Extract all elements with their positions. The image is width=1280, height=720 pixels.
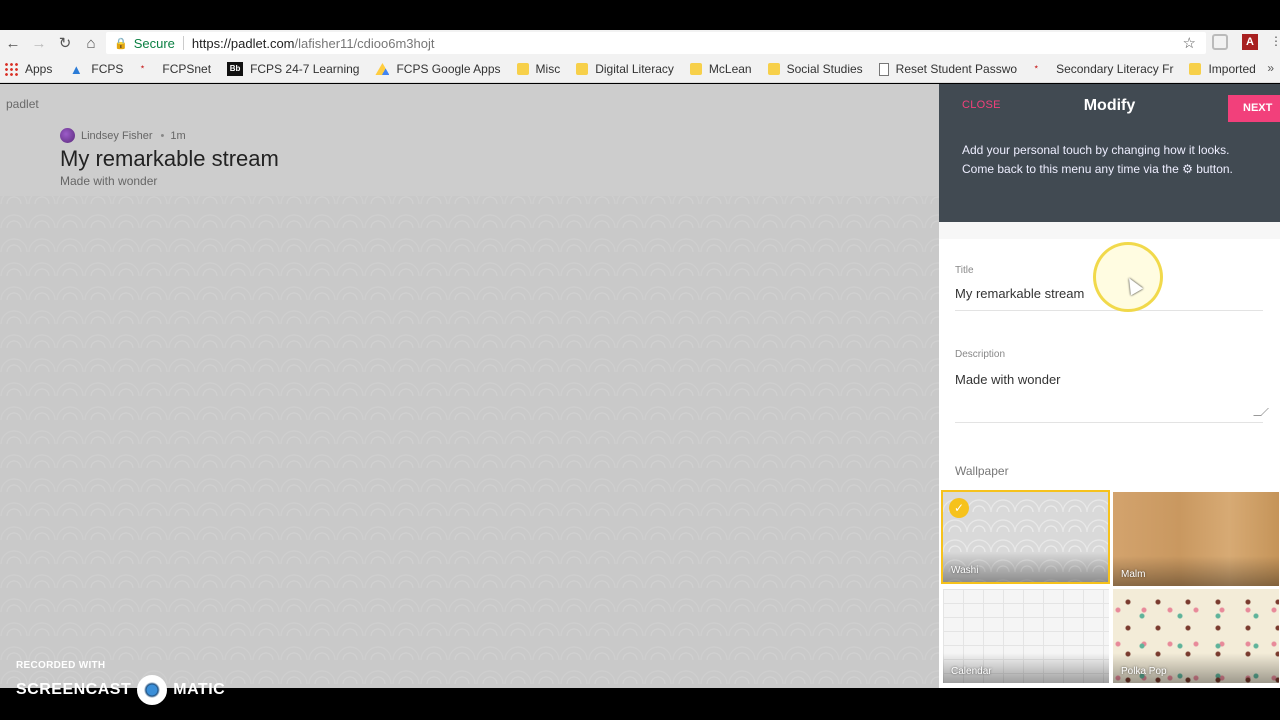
screen-top-bar — [0, 0, 1280, 30]
bookmark-fcps-247[interactable]: Bb FCPS 24-7 Learning — [223, 62, 359, 76]
folder-icon — [1189, 63, 1202, 75]
secure-label: Secure — [133, 35, 175, 51]
fcpsnet-icon: ⋆ — [1033, 62, 1040, 73]
bookmark-digital-literacy[interactable]: Digital Literacy — [572, 62, 674, 76]
pdf-extension-icon[interactable]: A — [1242, 34, 1258, 50]
watermark-left-text: SCREENCAST — [16, 681, 132, 698]
bookmark-reset-student[interactable]: Reset Student Passwo — [875, 62, 1017, 76]
watermark-top-text: RECORDED WITH — [16, 660, 106, 671]
screencast-watermark: RECORDED WITH SCREENCAST MATIC — [16, 660, 225, 705]
bookmark-social-studies[interactable]: Social Studies — [764, 62, 863, 76]
fcpsnet-icon: ⋆ — [139, 62, 146, 73]
title-label: Title — [955, 265, 974, 276]
bookmarks-bar: Apps ▲ FCPS ⋆ FCPSnet Bb FCPS 24-7 Learning… — [0, 56, 1280, 83]
board-description: Made with wonder — [60, 174, 158, 188]
bookmark-label: FCPS — [91, 62, 124, 76]
description-label: Description — [955, 349, 1006, 360]
cursor-highlight — [1093, 242, 1163, 312]
modify-panel: CLOSE Modify NEXT Add your personal touc… — [939, 84, 1280, 688]
forward-icon[interactable]: → — [26, 31, 52, 55]
description-input[interactable]: Made with wonder — [955, 372, 1061, 387]
board-header: padlet Lindsey Fisher • 1m My remarkable… — [0, 84, 939, 196]
bookmark-label: Reset Student Passwo — [895, 62, 1018, 76]
bookmark-label: Secondary Literacy Fr — [1056, 62, 1174, 76]
bookmark-label: FCPSnet — [162, 62, 212, 76]
page-icon — [878, 62, 889, 76]
bookmark-mclean[interactable]: McLean — [686, 62, 752, 76]
more-bookmarks-icon[interactable]: » — [1267, 61, 1274, 75]
address-bar[interactable]: 🔒 Secure https://padlet.com/lafisher11/c… — [106, 32, 1206, 54]
wallpaper-calendar[interactable]: Calendar — [943, 589, 1109, 683]
folder-icon — [576, 63, 589, 75]
wallpaper-polka-pop[interactable]: Polka Pop — [1113, 589, 1279, 683]
bookmark-google-apps[interactable]: FCPS Google Apps — [371, 62, 501, 76]
bookmark-label: Social Studies — [786, 62, 863, 76]
back-icon[interactable]: ← — [0, 31, 26, 55]
blackboard-icon: Bb — [227, 62, 244, 76]
padlet-logo[interactable]: padlet — [6, 97, 39, 111]
wallpaper-label-polka-pop: Polka Pop — [1121, 666, 1167, 677]
bookmark-fcpsnet[interactable]: ⋆ FCPSnet — [135, 62, 211, 76]
post-time: 1m — [170, 129, 186, 142]
watermark-brand: SCREENCAST MATIC — [16, 675, 225, 705]
browser-toolbar: ← → ↻ ⌂ 🔒 Secure https://padlet.com/lafi… — [0, 30, 1280, 56]
padlet-board: padlet Lindsey Fisher • 1m My remarkable… — [0, 84, 939, 688]
checkmark-icon: ✓ — [949, 498, 969, 518]
wallpaper-label: Wallpaper — [955, 464, 1009, 478]
panel-intro-text: Add your personal touch by changing how … — [962, 143, 1233, 176]
bookmark-label: Apps — [25, 62, 53, 76]
bookmark-fcps[interactable]: ▲ FCPS — [64, 62, 124, 77]
author-row: Lindsey Fisher • 1m — [60, 128, 186, 143]
separator-dot: • — [160, 129, 165, 142]
bookmark-secondary-literacy[interactable]: ⋆ Secondary Literacy Fr — [1029, 62, 1173, 76]
reload-icon[interactable]: ↻ — [52, 31, 78, 55]
apps-grid-icon — [4, 62, 18, 76]
url-host: https://padlet.com — [191, 35, 295, 51]
bookmark-label: FCPS Google Apps — [396, 62, 501, 76]
title-input[interactable]: My remarkable stream — [955, 286, 1084, 301]
bookmark-label: Imported — [1208, 62, 1256, 76]
bookmark-star-icon[interactable]: ☆ — [1183, 34, 1196, 52]
lock-icon: 🔒 — [114, 37, 128, 50]
wallpaper-malm[interactable]: Malm — [1113, 492, 1279, 586]
google-drive-icon — [375, 63, 390, 75]
bookmark-imported[interactable]: Imported — [1185, 62, 1256, 76]
folder-icon — [516, 63, 529, 75]
wallpaper-label-washi: Washi — [951, 565, 979, 576]
panel-divider — [939, 222, 1280, 239]
resize-handle-icon[interactable] — [1253, 408, 1269, 416]
menu-icon[interactable]: ⋮ — [1270, 34, 1280, 50]
wallpaper-label-malm: Malm — [1121, 569, 1146, 580]
bookmark-misc[interactable]: Misc — [513, 62, 561, 76]
screencast-logo-icon — [137, 675, 168, 705]
avatar — [60, 128, 75, 143]
folder-icon — [767, 63, 780, 75]
bookmark-label: Misc — [535, 62, 561, 76]
wallpaper-washi[interactable]: ✓ Washi — [941, 490, 1110, 584]
folder-icon — [689, 63, 702, 75]
bookmark-apps[interactable]: Apps — [0, 62, 52, 76]
fcps-icon: ▲ — [69, 62, 83, 77]
description-underline — [955, 422, 1263, 423]
modify-panel-header: CLOSE Modify NEXT Add your personal touc… — [939, 84, 1280, 222]
next-button[interactable]: NEXT — [1228, 95, 1280, 122]
bookmark-label: FCPS 24-7 Learning — [250, 62, 360, 76]
title-underline — [955, 310, 1263, 311]
author-name: Lindsey Fisher — [81, 129, 153, 142]
address-separator — [182, 36, 184, 50]
wallpaper-label-calendar: Calendar — [951, 666, 992, 677]
board-title: My remarkable stream — [60, 146, 279, 171]
watermark-right-text: MATIC — [173, 681, 226, 698]
bookmark-label: McLean — [708, 62, 752, 76]
home-icon[interactable]: ⌂ — [78, 31, 104, 55]
bookmark-label: Digital Literacy — [595, 62, 674, 76]
extension-icon[interactable] — [1212, 34, 1228, 50]
url-path: /lafisher11/cdioo6m3hojt — [294, 35, 435, 51]
